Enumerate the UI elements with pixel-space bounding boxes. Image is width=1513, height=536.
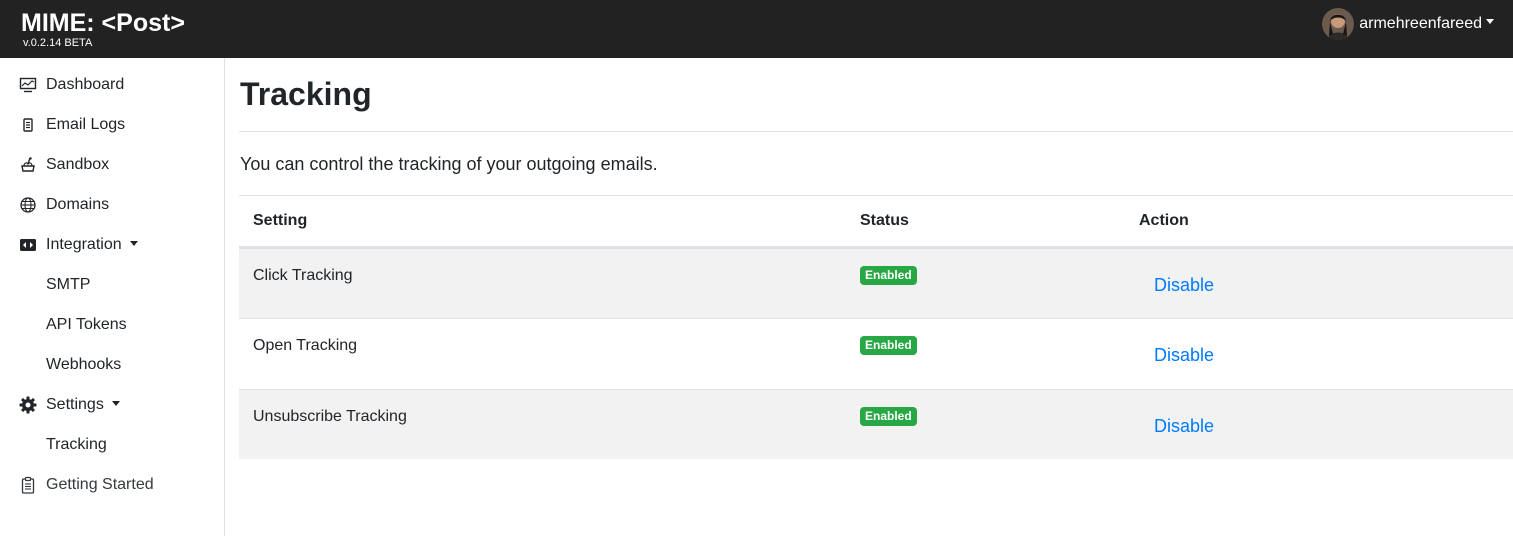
table-row: Unsubscribe Tracking Enabled Disable bbox=[239, 389, 1513, 459]
sidebar-item-label: SMTP bbox=[46, 276, 91, 293]
sidebar-item-integration[interactable]: Integration bbox=[0, 225, 224, 265]
table-row: Click Tracking Enabled Disable bbox=[239, 248, 1513, 318]
sidebar-item-label: Email Logs bbox=[46, 116, 126, 133]
table-header: Setting Status Action bbox=[239, 195, 1513, 248]
sidebar-item-api-tokens[interactable]: API Tokens bbox=[0, 305, 224, 345]
disable-button[interactable]: Disable bbox=[1154, 344, 1214, 366]
version-label: v.0.2.14 BETA bbox=[23, 37, 93, 49]
setting-name: Open Tracking bbox=[253, 337, 358, 354]
column-header-setting: Setting bbox=[253, 212, 308, 229]
status-badge: Enabled bbox=[860, 336, 917, 355]
user-avatar bbox=[1322, 7, 1355, 40]
globe-icon bbox=[20, 197, 36, 213]
sidebar-item-tracking[interactable]: Tracking bbox=[0, 425, 224, 465]
sidebar-item-email-logs[interactable]: Email Logs bbox=[0, 105, 224, 145]
sandbox-icon bbox=[21, 157, 35, 172]
chevron-down-icon bbox=[111, 401, 120, 406]
gear-icon bbox=[19, 396, 37, 414]
sidebar-item-label: API Tokens bbox=[46, 316, 127, 333]
status-badge: Enabled bbox=[860, 266, 917, 285]
page-description: You can control the tracking of your out… bbox=[240, 154, 658, 174]
column-header-status: Status bbox=[860, 212, 909, 229]
integration-icon bbox=[20, 239, 36, 251]
sidebar-item-webhooks[interactable]: Webhooks bbox=[0, 345, 224, 385]
file-list-icon bbox=[23, 118, 33, 132]
disable-button[interactable]: Disable bbox=[1154, 415, 1214, 437]
sidebar-item-label: Tracking bbox=[46, 436, 107, 453]
username: armehreenfareed bbox=[1359, 14, 1482, 32]
sidebar-item-settings[interactable]: Settings bbox=[0, 385, 224, 425]
chevron-down-icon bbox=[1486, 19, 1494, 24]
setting-name: Click Tracking bbox=[253, 267, 353, 284]
sidebar-item-label: Integration bbox=[46, 225, 138, 265]
sidebar-item-label: Dashboard bbox=[46, 76, 125, 93]
sidebar-item-label: Domains bbox=[46, 196, 110, 213]
brand-title[interactable]: MIME: <Post> bbox=[21, 9, 185, 37]
sidebar-item-label: Sandbox bbox=[46, 156, 110, 173]
column-header-action: Action bbox=[1139, 212, 1189, 229]
table-row: Open Tracking Enabled Disable bbox=[239, 318, 1513, 388]
sidebar-item-sandbox[interactable]: Sandbox bbox=[0, 145, 224, 185]
setting-name: Unsubscribe Tracking bbox=[253, 408, 407, 425]
page-title: Tracking bbox=[240, 76, 372, 112]
sidebar-item-dashboard[interactable]: Dashboard bbox=[0, 65, 224, 105]
sidebar-item-smtp[interactable]: SMTP bbox=[0, 265, 224, 305]
sidebar-item-label: Settings bbox=[46, 385, 120, 425]
clipboard-icon bbox=[21, 476, 35, 494]
top-navbar: MIME: <Post> v.0.2.14 BETA armehreenfare… bbox=[0, 0, 1513, 58]
divider bbox=[239, 131, 1513, 132]
monitor-chart-icon bbox=[19, 77, 37, 93]
user-menu-toggle[interactable]: armehreenfareed bbox=[1322, 7, 1494, 40]
sidebar-item-label: Webhooks bbox=[46, 356, 122, 373]
status-badge: Enabled bbox=[860, 407, 917, 426]
sidebar-item-domains[interactable]: Domains bbox=[0, 185, 224, 225]
sidebar-item-getting-started[interactable]: Getting Started bbox=[0, 465, 224, 505]
sidebar: Dashboard Email Logs Sandbox Domains Int… bbox=[0, 58, 225, 536]
disable-button[interactable]: Disable bbox=[1154, 274, 1214, 296]
sidebar-item-label: Getting Started bbox=[46, 476, 154, 493]
chevron-down-icon bbox=[129, 241, 138, 246]
